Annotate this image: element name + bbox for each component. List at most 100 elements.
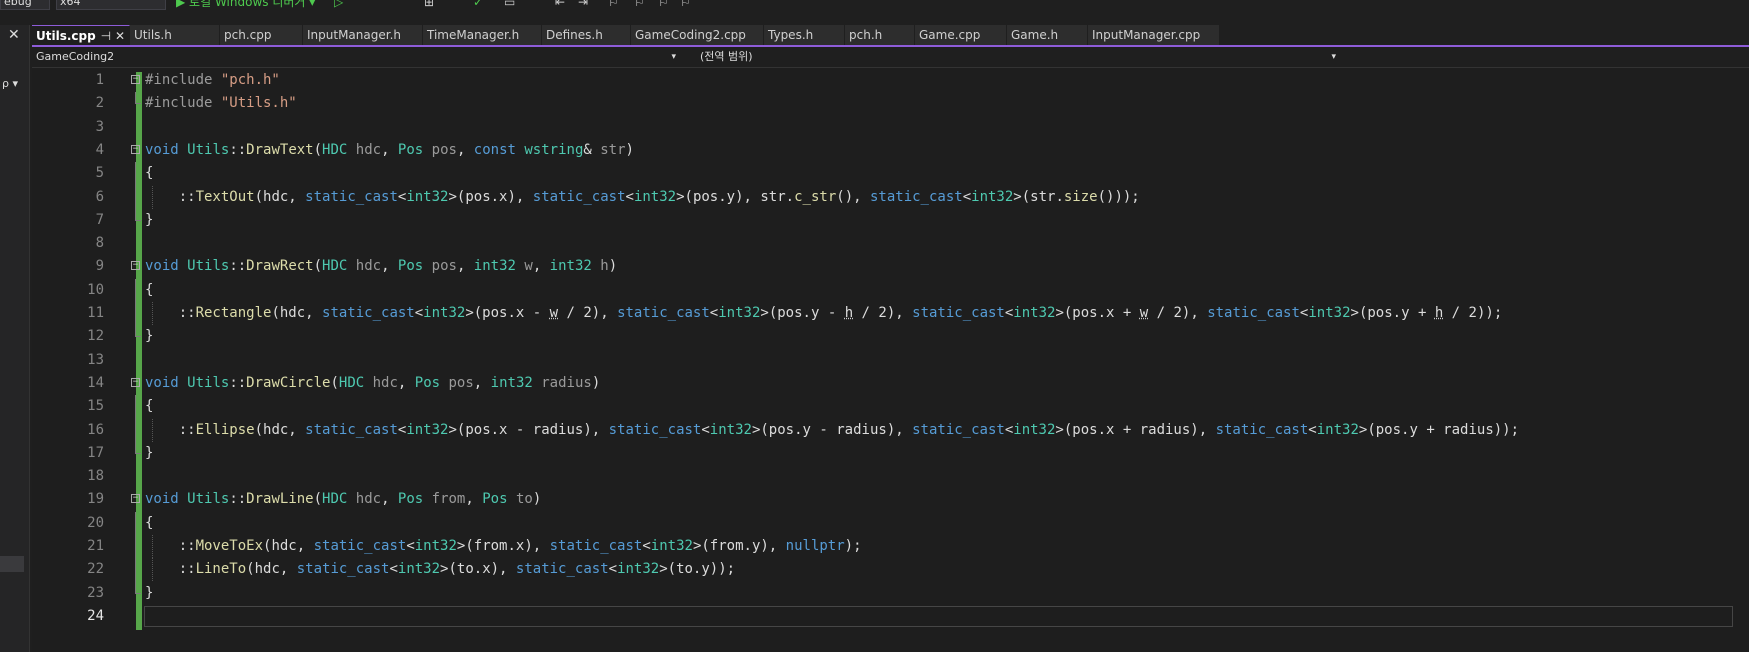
code-token: hdc	[347, 141, 382, 158]
code-line[interactable]: 23}	[32, 581, 1749, 605]
fold-guide	[135, 535, 136, 559]
code-line[interactable]: 12}	[32, 325, 1749, 348]
code-line[interactable]: 24	[32, 605, 1749, 628]
code-editor[interactable]: 1− #include "pch.h" 2 #include "Utils.h" 3 4−…	[32, 68, 1749, 652]
code-line[interactable]: 20 {	[32, 511, 1749, 536]
save-icon[interactable]: ▭	[504, 0, 515, 8]
tab-inputmanager-h[interactable]: InputManager.h	[303, 25, 423, 45]
code-line[interactable]: 5{	[32, 162, 1749, 187]
tab-defines-h[interactable]: Defines.h	[542, 25, 631, 45]
code-line[interactable]: 10 {	[32, 278, 1749, 303]
fold-end-marker	[135, 219, 141, 221]
indent-guide	[152, 302, 154, 325]
collapse-icon[interactable]: −	[131, 144, 140, 154]
code-line[interactable]: 4 − void Utils::DrawText(HDC hdc, Pos pos,…	[32, 139, 1749, 162]
bookmark-clear-icon[interactable]: ⚐	[680, 0, 691, 8]
code-line[interactable]: 15 {	[32, 395, 1749, 420]
comment-icon[interactable]: ⇥	[578, 0, 588, 8]
toolbar-tools-icon[interactable]: ⊞	[424, 0, 434, 8]
collapse-icon[interactable]: −	[131, 494, 140, 504]
tab-types-h[interactable]: Types.h	[764, 25, 845, 45]
code-line[interactable]: 21 ::MoveToEx(hdc, static_cast<int32>(fr…	[32, 535, 1749, 559]
code-line[interactable]: 1 − #include "pch.h"	[32, 69, 1749, 92]
configuration-dropdown[interactable]: ebug	[0, 0, 50, 10]
code-line[interactable]: 16 ::Ellipse(hdc, static_cast<int32>(pos…	[32, 418, 1749, 443]
code-token: static_cast	[322, 305, 415, 321]
collapse-icon[interactable]: −	[131, 75, 140, 84]
code-line[interactable]: 11 ::Rectangle(hdc, static_cast<int32>(p…	[32, 302, 1749, 326]
code-line[interactable]: 19 − void Utils::DrawLine(HDC hdc, Pos fro…	[32, 488, 1749, 511]
code-token: <	[1308, 421, 1317, 438]
bookmark-prev-icon[interactable]: ⚐	[634, 0, 645, 8]
line-number: 21	[87, 538, 104, 554]
code-text: ::TextOut(hdc, static_cast<int32>(pos.x)…	[145, 186, 1140, 209]
squiggle-token: h	[844, 305, 854, 321]
code-token: >(pos.x),	[448, 188, 533, 205]
code-token: (hdc,	[254, 421, 306, 438]
code-token: / 2));	[1443, 305, 1503, 321]
code-line[interactable]: 7}	[32, 208, 1749, 232]
search-icon[interactable]: ρ ▾	[2, 77, 18, 90]
tab-pch-h[interactable]: pch.h	[845, 25, 915, 45]
code-line[interactable]: 2 #include "Utils.h"	[32, 92, 1749, 115]
code-line[interactable]: 13	[32, 349, 1749, 372]
play-icon[interactable]: ▷	[334, 0, 343, 8]
code-line[interactable]: 8	[32, 232, 1749, 255]
code-line[interactable]: 18	[32, 465, 1749, 488]
collapse-icon[interactable]: −	[131, 377, 140, 387]
platform-dropdown[interactable]: x64	[56, 0, 166, 10]
code-token: void	[145, 491, 188, 508]
indent-guide	[152, 418, 154, 442]
code-token: >(pos.y), str.	[676, 188, 795, 205]
collapse-icon[interactable]: −	[131, 261, 140, 271]
tab-gamecoding2-cpp[interactable]: GameCoding2.cpp	[631, 25, 764, 45]
code-token: <	[709, 305, 719, 321]
code-token: (	[330, 374, 339, 391]
code-text: {	[145, 162, 153, 185]
code-line[interactable]: 9 − void Utils::DrawRect(HDC hdc, Pos pos,…	[32, 255, 1749, 278]
start-debugging-button[interactable]: ▶ 로컬 Windows 디버거 ▾	[176, 0, 315, 8]
code-line[interactable]: 22 ::LineTo(hdc, static_cast<int32>(to.x…	[32, 558, 1749, 583]
code-token: int32	[549, 258, 592, 275]
tab-utils-h[interactable]: Utils.h	[130, 25, 220, 45]
fold-end-marker	[135, 452, 141, 454]
code-text: void Utils::DrawRect(HDC hdc, Pos pos, i…	[145, 255, 617, 278]
code-token: int32	[1308, 305, 1351, 321]
tab-utils-cpp[interactable]: Utils.cpp ⊣ ✕	[32, 25, 130, 45]
scope-dropdown[interactable]: (전역 범위) ▾	[696, 48, 1342, 66]
line-number: 12	[87, 328, 104, 345]
code-token: Pos	[397, 141, 424, 158]
code-token: >(from.y),	[692, 538, 786, 554]
close-icon[interactable]: ✕	[115, 29, 125, 43]
tab-label: Game.h	[1011, 28, 1059, 42]
code-text: }	[145, 209, 153, 232]
code-token: }	[145, 444, 154, 461]
code-token: static_cast	[869, 188, 963, 205]
code-line[interactable]: 3	[32, 116, 1749, 139]
bookmark-next-icon[interactable]: ⚐	[658, 0, 669, 8]
tab-game-h[interactable]: Game.h	[1007, 25, 1088, 45]
code-token: int32	[971, 188, 1014, 205]
code-line[interactable]: 6 ::TextOut(hdc, static_cast<int32>(pos.…	[32, 185, 1749, 210]
code-token: const	[473, 141, 525, 158]
tab-game-cpp[interactable]: Game.cpp	[915, 25, 1007, 45]
code-token: ,	[397, 374, 415, 391]
code-token: LineTo	[195, 561, 247, 578]
check-icon[interactable]: ✓	[473, 0, 483, 8]
bookmark-icon[interactable]: ⚐	[608, 0, 619, 8]
pin-icon[interactable]: ⊣	[101, 29, 111, 43]
code-token: static_cast	[1215, 421, 1309, 438]
line-number: 24	[87, 607, 104, 624]
indent-icon[interactable]: ⇤	[555, 0, 565, 8]
code-line[interactable]: 17}	[32, 441, 1749, 465]
tab-timemanager-h[interactable]: TimeManager.h	[423, 25, 542, 45]
code-token: c_str	[794, 188, 837, 205]
line-number: 13	[87, 351, 104, 368]
tab-inputmanager-cpp[interactable]: InputManager.cpp	[1088, 25, 1220, 45]
tab-pch-cpp[interactable]: pch.cpp	[220, 25, 303, 45]
code-line[interactable]: 14 − void Utils::DrawCircle(HDC hdc, Pos p…	[32, 372, 1749, 395]
code-token: Pos	[397, 258, 424, 275]
project-dropdown[interactable]: GameCoding2 ▾	[32, 48, 682, 66]
code-token: <	[625, 188, 634, 205]
close-icon[interactable]: ✕	[8, 27, 20, 43]
